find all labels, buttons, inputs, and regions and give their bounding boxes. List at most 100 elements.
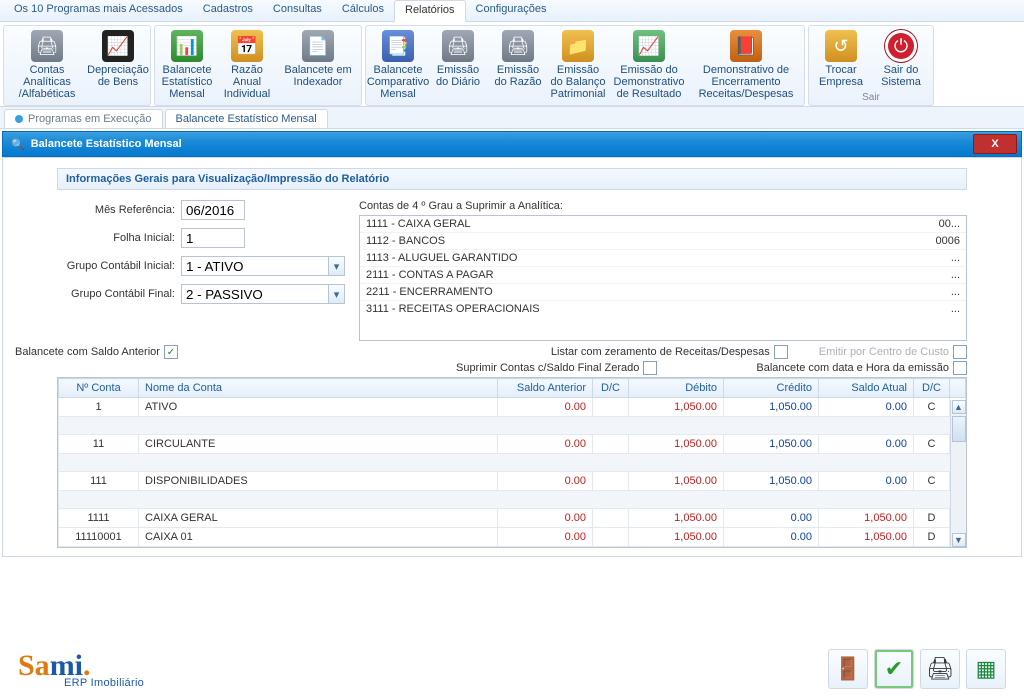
btn-depreciacao[interactable]: 📈 Depreciação de Bens [88, 28, 148, 105]
tab-programas-execucao[interactable]: Programas em Execução [4, 109, 163, 128]
account-name: 2211 - ENCERRAMENTO [366, 286, 920, 298]
table-row[interactable]: 1ATIVO0.001,050.001,050.000.00C [59, 398, 966, 417]
contas-listbox[interactable]: 1111 - CAIXA GERAL00...1112 - BANCOS0006… [359, 215, 967, 341]
account-code: ... [920, 286, 960, 298]
result-icon: 📈 [633, 30, 665, 62]
chevron-down-icon[interactable]: ▾ [329, 284, 345, 304]
menu-relatorios[interactable]: Relatórios [394, 0, 466, 22]
grid-header[interactable]: Crédito [724, 379, 819, 398]
grupo-ini-label: Grupo Contábil Inicial: [57, 260, 175, 272]
btn-label: Emissão do Diário [430, 64, 486, 88]
btn-print[interactable]: 🖨 [920, 649, 960, 689]
table-row[interactable]: 11110001CAIXA 010.001,050.000.001,050.00… [59, 528, 966, 547]
ribbon-group-3: 📑 Balancete Comparativo Mensal 🖨 Emissão… [365, 25, 805, 106]
check-icon: ✔ [885, 656, 903, 682]
main-panel: Informações Gerais para Visualização/Imp… [2, 157, 1022, 557]
table-row[interactable] [59, 454, 966, 472]
table-row[interactable]: 11CIRCULANTE0.001,050.001,050.000.00C [59, 435, 966, 454]
account-row[interactable]: 2111 - CONTAS A PAGAR... [360, 267, 966, 284]
menu-configuracoes[interactable]: Configurações [466, 0, 557, 21]
account-row[interactable]: 1112 - BANCOS0006 [360, 233, 966, 250]
btn-balancete-comparativo[interactable]: 📑 Balancete Comparativo Mensal [368, 28, 428, 105]
btn-exit[interactable]: 🚪 [828, 649, 868, 689]
form-area: Mês Referência: Folha Inicial: Grupo Con… [57, 200, 967, 341]
grid-header[interactable]: D/C [593, 379, 629, 398]
grid-header[interactable]: Saldo Anterior [498, 379, 593, 398]
footer: Sami. ERP Imobiliário 🚪 ✔ 🖨 ▦ [0, 649, 1024, 689]
chk-label: Emitir por Centro de Custo [819, 346, 949, 358]
grid-scrollbar[interactable]: ▲ ▼ [950, 400, 966, 547]
swap-icon: ↺ [825, 30, 857, 62]
printer-icon: 🖨 [502, 30, 534, 62]
balancete-grid[interactable]: Nº Conta Nome da Conta Saldo Anterior D/… [58, 378, 966, 547]
tab-label: Balancete Estatístico Mensal [176, 113, 317, 125]
grid-header[interactable]: D/C [914, 379, 950, 398]
compare-icon: 📑 [382, 30, 414, 62]
window-close-button[interactable]: X [973, 134, 1017, 154]
btn-export-excel[interactable]: ▦ [966, 649, 1006, 689]
account-row[interactable]: 3111 - RECEITAS OPERACIONAIS... [360, 301, 966, 317]
btn-emissao-diario[interactable]: 🖨 Emissão do Diário [428, 28, 488, 105]
tab-balancete[interactable]: Balancete Estatístico Mensal [165, 109, 328, 128]
door-icon: 🚪 [834, 656, 861, 682]
btn-emissao-balanco[interactable]: 📁 Emissão do Balanço Patrimonial [548, 28, 608, 105]
grupo-fin-select[interactable] [181, 284, 329, 304]
folha-input[interactable] [181, 228, 245, 248]
btn-demonstrativo-encerramento[interactable]: 📕 Demonstrativo de Encerramento Receitas… [690, 28, 802, 105]
ribbon-group-2: 📊 Balancete Estatístico Mensal 📅 Razão A… [154, 25, 362, 106]
btn-confirm[interactable]: ✔ [874, 649, 914, 689]
account-name: 2111 - CONTAS A PAGAR [366, 269, 920, 281]
grid-header[interactable]: Nº Conta [59, 379, 139, 398]
grid-header[interactable]: Saldo Atual [819, 379, 914, 398]
btn-balancete-indexador[interactable]: 📄 Balancete em Indexador [277, 28, 359, 105]
folha-label: Folha Inicial: [57, 232, 175, 244]
ribbon-toolbar: 🖨 Contas Analíticas /Alfabéticas 📈 Depre… [0, 22, 1024, 107]
table-row[interactable]: 1111CAIXA GERAL0.001,050.000.001,050.00D [59, 509, 966, 528]
btn-balancete-estatistico[interactable]: 📊 Balancete Estatístico Mensal [157, 28, 217, 105]
btn-contas-analiticas[interactable]: 🖨 Contas Analíticas /Alfabéticas [6, 28, 88, 105]
chk-label: Balancete com Saldo Anterior [15, 346, 160, 358]
menu-consultas[interactable]: Consultas [263, 0, 332, 21]
account-row[interactable]: 2211 - ENCERRAMENTO... [360, 284, 966, 301]
chk-data-hora[interactable]: Balancete com data e Hora da emissão [756, 361, 967, 375]
scroll-thumb[interactable] [952, 416, 966, 442]
btn-emissao-demonstrativo[interactable]: 📈 Emissão do Demonstrativo de Resultado [608, 28, 690, 105]
printer-icon: 🖨 [926, 656, 954, 682]
bar-chart-icon: 📊 [171, 30, 203, 62]
account-name: 3111 - RECEITAS OPERACIONAIS [366, 303, 920, 315]
tab-status-icon [15, 115, 23, 123]
scroll-up-icon[interactable]: ▲ [952, 400, 966, 414]
chk-suprimir-zerado[interactable]: Suprimir Contas c/Saldo Final Zerado [456, 361, 657, 375]
book-icon: 📕 [730, 30, 762, 62]
btn-trocar-empresa[interactable]: ↺ Trocar Empresa [811, 28, 871, 92]
menu-programas[interactable]: Os 10 Programas mais Acessados [4, 0, 193, 21]
account-row[interactable]: 1113 - ALUGUEL GARANTIDO... [360, 250, 966, 267]
table-row[interactable] [59, 417, 966, 435]
grid-header[interactable]: Nome da Conta [139, 379, 498, 398]
btn-sair-sistema[interactable]: ⏻ Sair do Sistema [871, 28, 931, 92]
chk-label: Listar com zeramento de Receitas/Despesa… [551, 346, 770, 358]
btn-label: Balancete Estatístico Mensal [159, 64, 215, 100]
grupo-ini-select[interactable] [181, 256, 329, 276]
menu-calculos[interactable]: Cálculos [332, 0, 394, 21]
btn-label: Emissão do Razão [490, 64, 546, 88]
account-row[interactable]: 1111 - CAIXA GERAL00... [360, 216, 966, 233]
table-row[interactable] [59, 491, 966, 509]
folder-icon: 📁 [562, 30, 594, 62]
excel-icon: ▦ [976, 656, 997, 682]
chk-listar-zeramento[interactable]: Listar com zeramento de Receitas/Despesa… [551, 345, 788, 359]
grid-header[interactable]: Débito [629, 379, 724, 398]
menu-cadastros[interactable]: Cadastros [193, 0, 263, 21]
mes-ref-input[interactable] [181, 200, 245, 220]
grid-header-spacer [950, 379, 966, 398]
btn-emissao-razao[interactable]: 🖨 Emissão do Razão [488, 28, 548, 105]
chk-saldo-anterior[interactable]: Balancete com Saldo Anterior ✓ [15, 345, 178, 359]
document-icon: 📄 [302, 30, 334, 62]
btn-razao-anual[interactable]: 📅 Razão Anual Individual [217, 28, 277, 105]
table-row[interactable]: 111DISPONIBILIDADES0.001,050.001,050.000… [59, 472, 966, 491]
ribbon-group-1: 🖨 Contas Analíticas /Alfabéticas 📈 Depre… [3, 25, 151, 106]
scroll-down-icon[interactable]: ▼ [952, 533, 966, 547]
window-title: Balancete Estatístico Mensal [31, 138, 182, 150]
chevron-down-icon[interactable]: ▾ [329, 256, 345, 276]
window-titlebar: 🔍 Balancete Estatístico Mensal X [2, 131, 1022, 157]
